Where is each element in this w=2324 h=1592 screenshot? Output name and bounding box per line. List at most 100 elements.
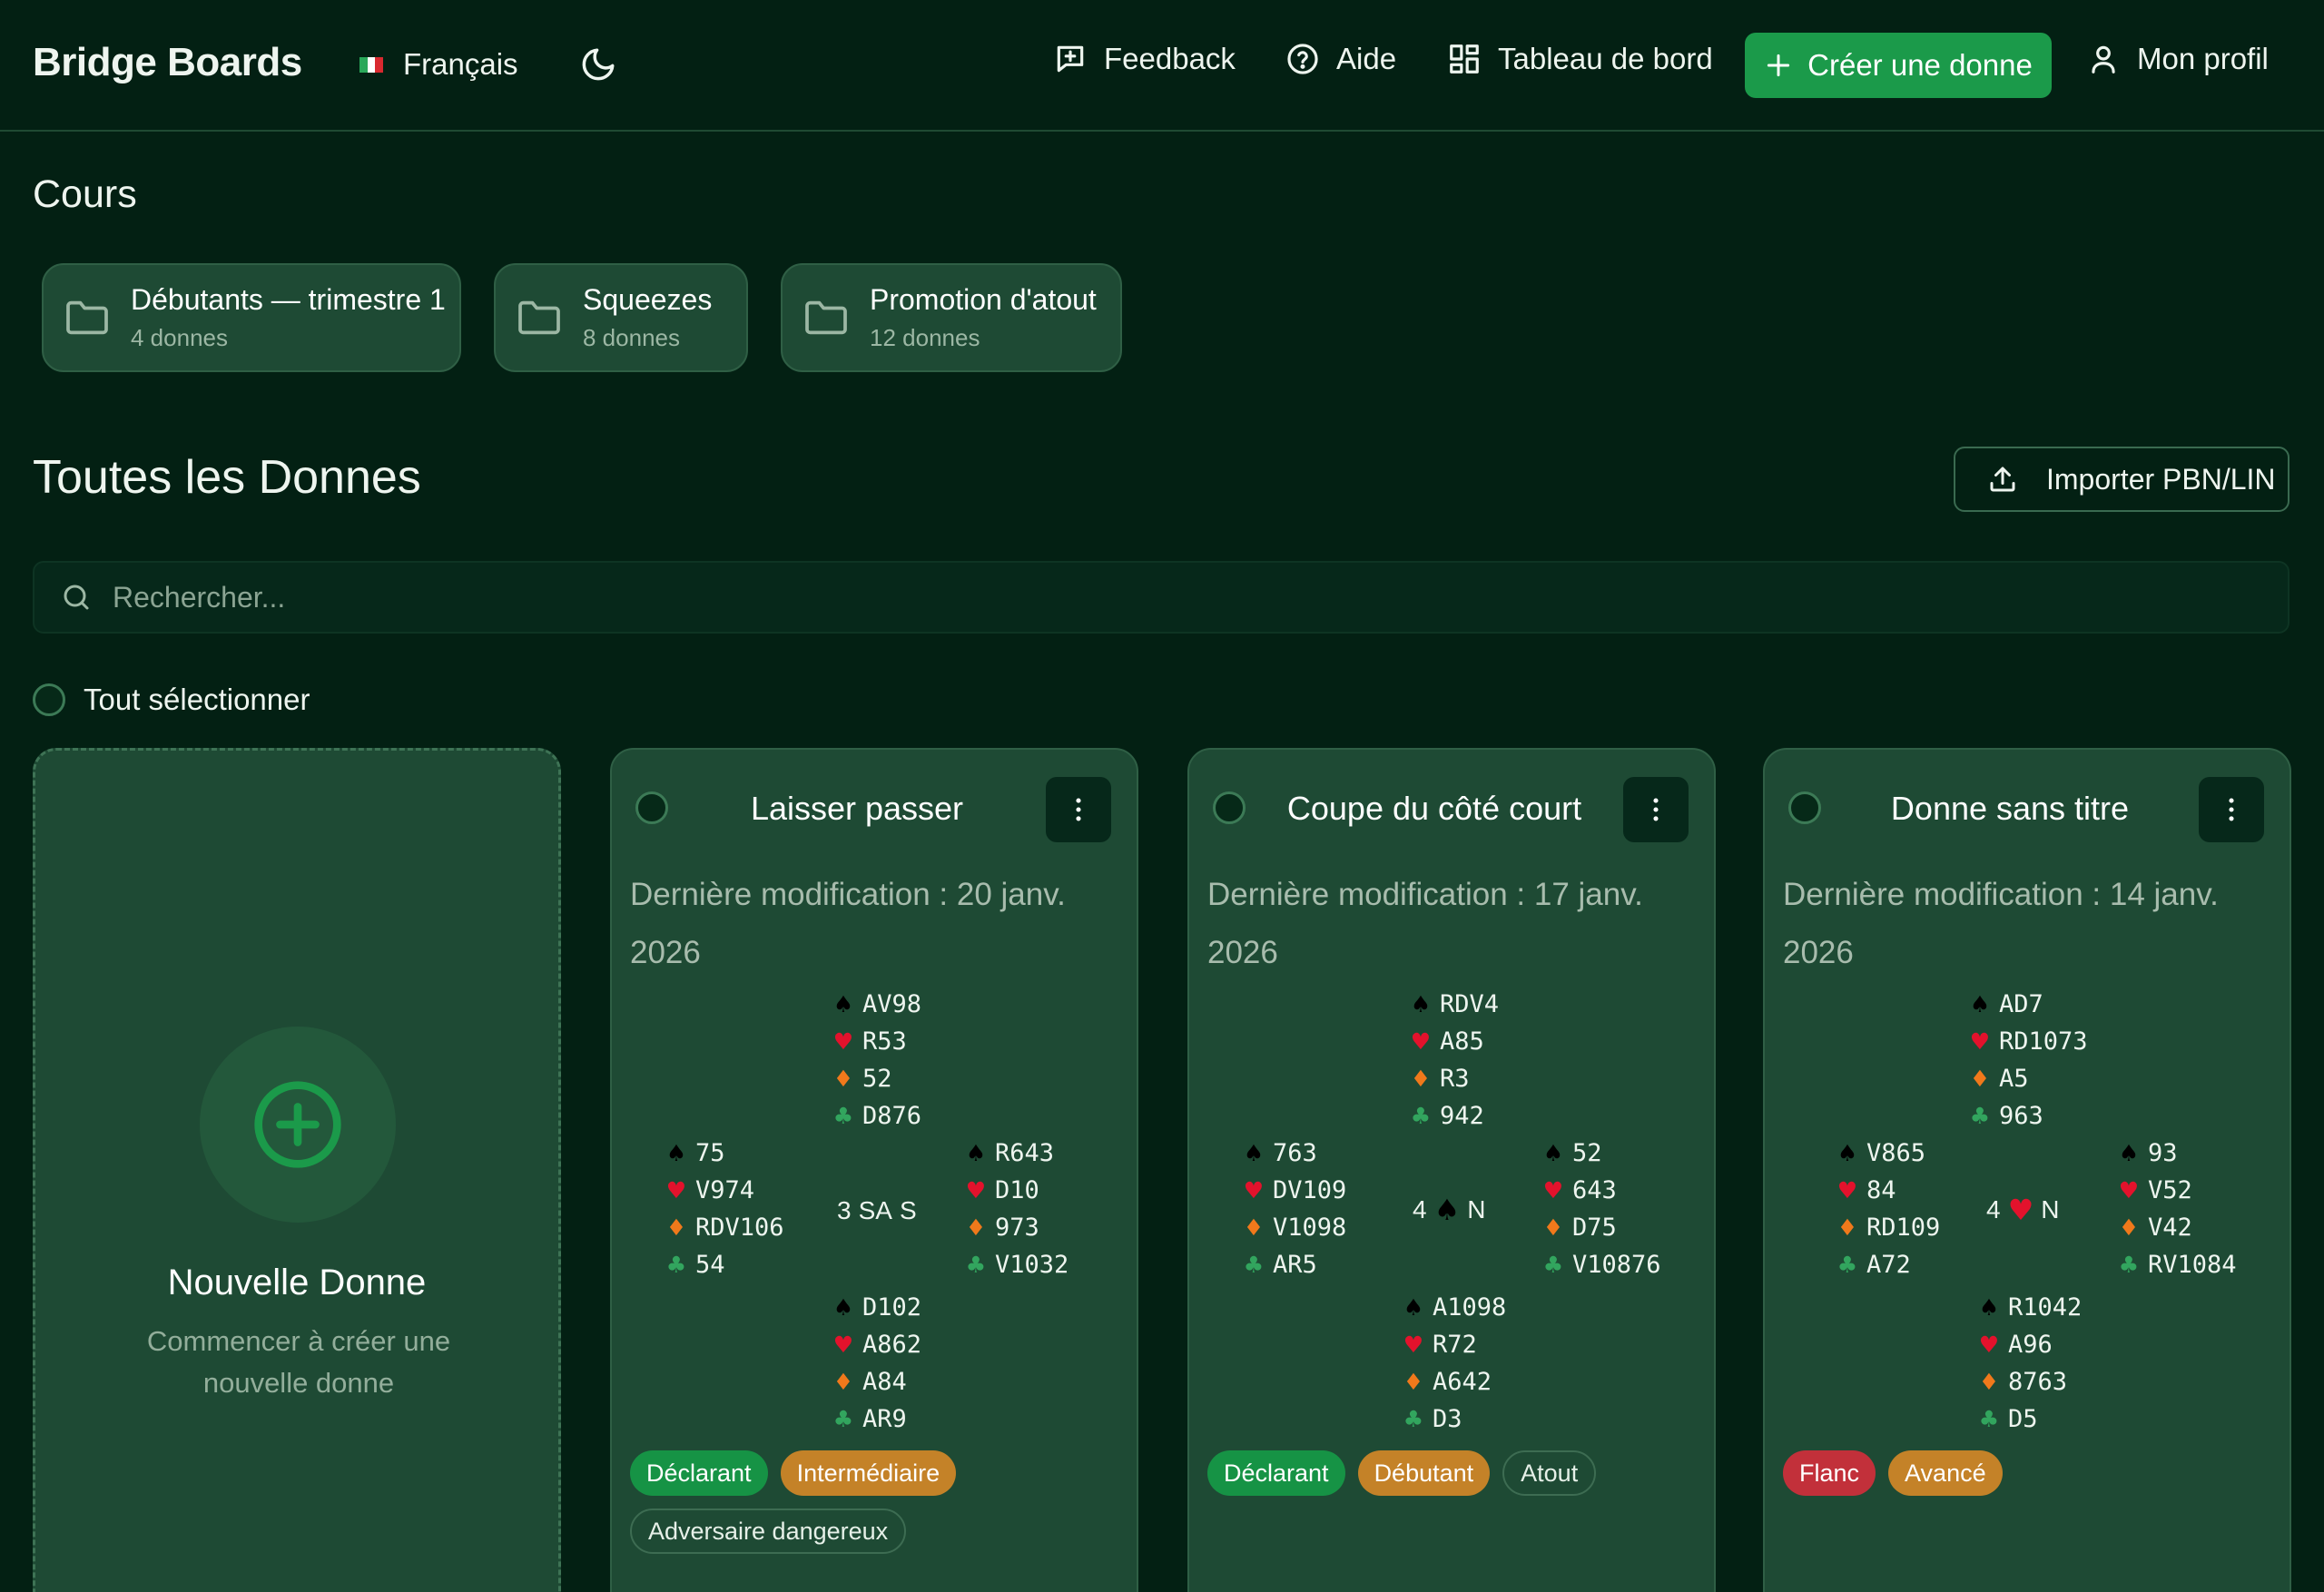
hand-holding: V42	[2148, 1214, 2192, 1242]
club-icon: ♣	[832, 1103, 854, 1129]
import-label: Importer PBN/LIN	[2046, 462, 2276, 496]
more-vertical-icon	[1076, 798, 1081, 821]
hand-holding: AD7	[1999, 990, 2043, 1018]
hand-holding: R3	[1440, 1065, 1470, 1093]
club-icon: ♣	[665, 1252, 687, 1278]
heart-icon: ♥	[2118, 1177, 2140, 1204]
hand-holding: 52	[1572, 1139, 1602, 1167]
course-folder[interactable]: Promotion d'atout 12 donnes	[781, 263, 1122, 372]
hand-holding: RD109	[1866, 1214, 1941, 1242]
folder-icon	[518, 300, 560, 335]
help-button[interactable]: Aide	[1285, 42, 1396, 76]
deal-card[interactable]: Laisser passer Dernière modification : 2…	[610, 748, 1138, 1592]
courses-heading: Cours	[33, 172, 137, 216]
diamond-icon: ♦	[965, 1214, 987, 1241]
deal-menu-button[interactable]	[2199, 777, 2264, 842]
feedback-label: Feedback	[1104, 42, 1236, 75]
select-all[interactable]: Tout sélectionner	[33, 683, 310, 717]
hand-holding: R53	[862, 1027, 907, 1056]
dashboard-label: Tableau de bord	[1498, 42, 1713, 75]
select-all-checkbox[interactable]	[33, 683, 65, 716]
heart-icon: ♥	[1837, 1177, 1858, 1204]
hand-holding: RDV4	[1440, 990, 1500, 1018]
brand-logo[interactable]: Bridge Boards	[33, 40, 302, 85]
heart-icon: ♥	[1403, 1332, 1424, 1358]
deal-card[interactable]: Donne sans titre Dernière modification :…	[1763, 748, 2291, 1592]
deal-checkbox[interactable]	[635, 791, 668, 824]
heart-icon: ♥	[832, 1028, 854, 1055]
import-button[interactable]: Importer PBN/LIN	[1954, 447, 2290, 512]
profile-button[interactable]: Mon profil	[2086, 42, 2269, 76]
deal-card[interactable]: Coupe du côté court Dernière modificatio…	[1187, 748, 1716, 1592]
all-deals-heading: Toutes les Donnes	[33, 451, 421, 504]
tag[interactable]: Intermédiaire	[780, 1450, 957, 1496]
language-selector[interactable]: Français	[359, 47, 518, 82]
hand-holding: 963	[1999, 1102, 2043, 1130]
deal-title: Coupe du côté court	[1286, 790, 1582, 827]
profile-label: Mon profil	[2137, 42, 2269, 75]
course-folder[interactable]: Débutants — trimestre 1 4 donnes	[42, 263, 461, 372]
search-icon	[64, 585, 89, 610]
upload-icon	[1990, 467, 2015, 492]
hand-holding: 93	[2148, 1139, 2178, 1167]
diamond-icon: ♦	[665, 1214, 687, 1241]
hand-holding: RD1073	[1999, 1027, 2088, 1056]
spade-icon: ♠	[1969, 991, 1991, 1017]
contract-level: 4	[1986, 1195, 2001, 1223]
search-input[interactable]	[113, 580, 2201, 614]
dashboard-button[interactable]: Tableau de bord	[1447, 42, 1713, 76]
hand-holding: R1042	[2008, 1293, 2083, 1322]
course-name: Débutants — trimestre 1	[131, 283, 446, 316]
hand-holding: D3	[1433, 1405, 1462, 1433]
tag[interactable]: Adversaire dangereux	[630, 1508, 907, 1554]
heart-icon: ♥	[1542, 1177, 1564, 1204]
deal-checkbox[interactable]	[1213, 791, 1246, 824]
diamond-icon: ♦	[1969, 1066, 1991, 1092]
tag[interactable]: Débutant	[1357, 1450, 1491, 1496]
hand-holding: D876	[862, 1102, 922, 1130]
diamond-icon: ♦	[1542, 1214, 1564, 1241]
diamond-icon: ♦	[832, 1066, 854, 1092]
create-deal-button[interactable]: Créer une donne	[1745, 33, 2052, 98]
heart-icon: ♥	[1969, 1028, 1991, 1055]
tag[interactable]: Déclarant	[1207, 1450, 1345, 1496]
spade-icon: ♠	[832, 991, 854, 1017]
hand-holding: R643	[995, 1139, 1055, 1167]
hand-holding: A84	[862, 1368, 907, 1396]
diamond-icon: ♦	[1978, 1369, 2000, 1395]
spade-icon: ♠	[1978, 1294, 2000, 1321]
spade-icon: ♠	[965, 1140, 987, 1166]
flag-icon	[359, 56, 384, 73]
hand-holding: 75	[695, 1139, 725, 1167]
hand-holding: 52	[862, 1065, 892, 1093]
club-icon: ♣	[1403, 1406, 1424, 1432]
deal-menu-button[interactable]	[1623, 777, 1689, 842]
hand-holding: A85	[1440, 1027, 1484, 1056]
course-folder[interactable]: Squeezes 8 donnes	[494, 263, 748, 372]
spade-icon: ♠	[1542, 1140, 1564, 1166]
tag[interactable]: Atout	[1502, 1450, 1597, 1496]
moon-icon[interactable]	[579, 45, 617, 84]
heart-icon: ♥	[965, 1177, 987, 1204]
hand-east: ♠ R643 ♥ D10 ♦ 973 ♣ V1032	[962, 1135, 1069, 1283]
tag[interactable]: Flanc	[1783, 1450, 1876, 1496]
feedback-button[interactable]: Feedback	[1053, 42, 1236, 76]
club-icon: ♣	[965, 1252, 987, 1278]
club-icon: ♣	[1410, 1103, 1432, 1129]
contract-display: 4 ♥ N	[1986, 1193, 2060, 1227]
new-deal-card[interactable]: Nouvelle Donne Commencer à créer une nou…	[33, 748, 561, 1592]
deal-menu-button[interactable]	[1046, 777, 1111, 842]
new-deal-icon-circle	[200, 1027, 396, 1223]
hand-holding: AV98	[862, 990, 922, 1018]
hand-south: ♠ D102 ♥ A862 ♦ A84 ♣ AR9	[830, 1289, 921, 1438]
tag[interactable]: Déclarant	[630, 1450, 768, 1496]
course-count: 4 donnes	[131, 324, 228, 351]
hand-holding: V974	[695, 1176, 755, 1204]
tag[interactable]: Avancé	[1888, 1450, 2003, 1496]
deal-date: Dernière modification : 20 janv. 2026	[630, 877, 1066, 970]
hand-holding: 84	[1866, 1176, 1896, 1204]
club-icon: ♣	[1542, 1252, 1564, 1278]
deal-checkbox[interactable]	[1788, 791, 1821, 824]
plus-circle-icon	[254, 1081, 341, 1168]
hand-holding: D10	[995, 1176, 1039, 1204]
